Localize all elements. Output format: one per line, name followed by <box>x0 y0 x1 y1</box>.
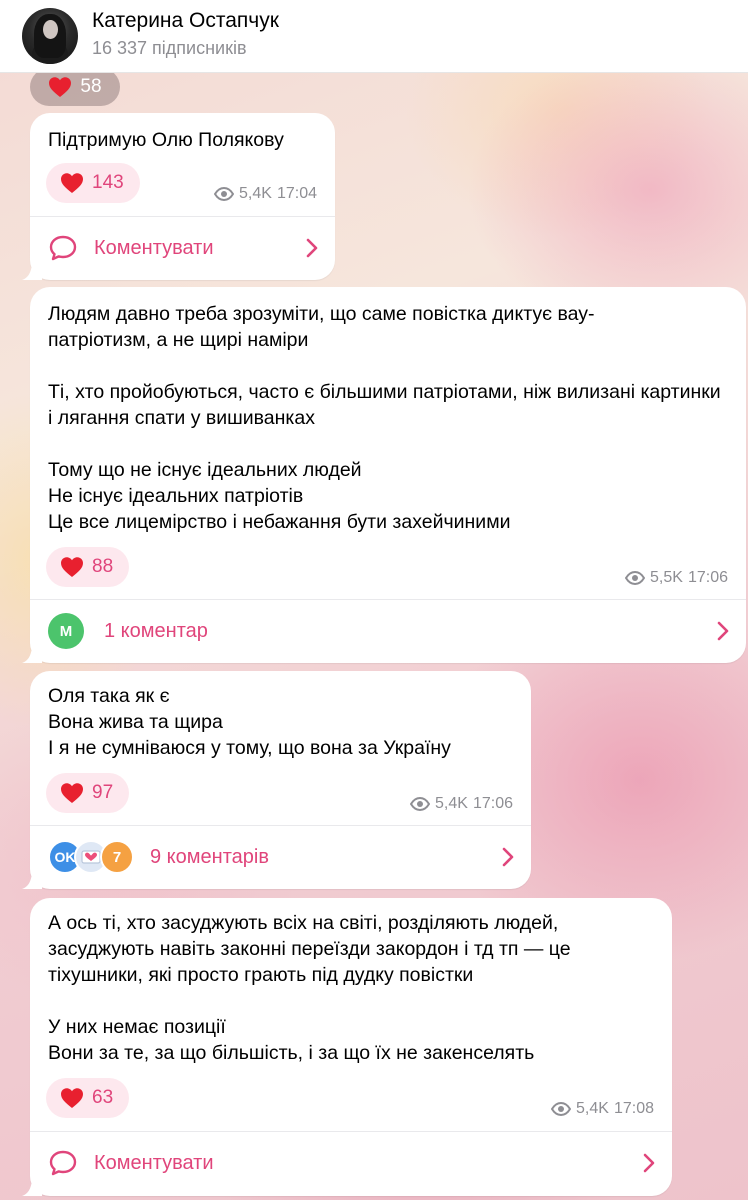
chevron-right-icon <box>717 621 729 641</box>
heart-icon <box>61 783 83 803</box>
channel-avatar[interactable] <box>22 8 78 64</box>
reaction-count: 97 <box>92 782 114 803</box>
view-count: 5,5K <box>650 569 683 586</box>
reaction-count: 63 <box>92 1087 114 1108</box>
reaction-chip[interactable]: 88 <box>46 547 130 587</box>
heart-icon <box>61 557 83 577</box>
comment-button[interactable]: Коментувати <box>30 1131 672 1195</box>
message-meta: 5,4K 17:08 <box>551 1100 654 1118</box>
eye-icon <box>410 797 431 811</box>
message-bubble[interactable]: А ось ті, хто засуджують всіх на світі, … <box>22 898 672 1196</box>
heart-icon <box>61 173 83 193</box>
love-letter-icon <box>81 850 101 864</box>
reaction-chip-previous[interactable]: 58 <box>30 68 120 106</box>
message-text: Оля така як є Вона жива та щира І я не с… <box>48 685 451 759</box>
message-bubble[interactable]: Оля така як є Вона жива та щира І я не с… <box>22 671 531 889</box>
message-time: 17:04 <box>276 185 317 202</box>
message-meta: 5,4K 17:04 <box>214 185 317 203</box>
message-time: 17:08 <box>613 1100 654 1117</box>
reaction-count: 58 <box>80 76 102 97</box>
commenter-avatar: 7 <box>100 840 134 874</box>
reaction-count: 143 <box>92 172 124 193</box>
comment-label: Коментувати <box>94 236 214 259</box>
message-bubble[interactable]: Людям давно треба зрозуміти, що саме пов… <box>22 287 746 663</box>
comments-count-label: 9 коментарів <box>150 845 269 868</box>
eye-icon <box>551 1102 572 1116</box>
commenter-avatars: OK 7 <box>48 840 134 874</box>
chevron-right-icon <box>502 847 514 867</box>
message-time: 17:06 <box>687 569 728 586</box>
chevron-right-icon <box>306 238 318 258</box>
view-count: 5,4K <box>239 185 272 202</box>
subscriber-count: 16 337 підписників <box>92 38 247 58</box>
message-text: Людям давно треба зрозуміти, що саме пов… <box>48 303 721 533</box>
view-count: 5,4K <box>435 795 468 812</box>
chevron-right-icon <box>643 1153 655 1173</box>
message-time: 17:06 <box>472 795 513 812</box>
message-text: А ось ті, хто засуджують всіх на світі, … <box>48 912 571 1064</box>
message-meta: 5,5K 17:06 <box>625 569 728 587</box>
eye-icon <box>214 187 235 201</box>
comment-icon <box>49 235 77 261</box>
comments-link[interactable]: M 1 коментар <box>30 599 746 663</box>
comments-link[interactable]: OK 7 9 коментарів <box>30 825 531 889</box>
message-text: Підтримую Олю Полякову <box>48 129 284 151</box>
reaction-count: 88 <box>92 556 114 577</box>
channel-header[interactable]: Катерина Остапчук 16 337 підписників <box>0 0 748 73</box>
comments-count-label: 1 коментар <box>104 619 208 642</box>
comment-label: Коментувати <box>94 1151 214 1174</box>
reaction-chip[interactable]: 97 <box>46 773 130 813</box>
eye-icon <box>625 571 646 585</box>
comment-button[interactable]: Коментувати <box>30 216 335 280</box>
heart-icon <box>61 1088 83 1108</box>
reaction-chip[interactable]: 63 <box>46 1078 130 1118</box>
view-count: 5,4K <box>576 1100 609 1117</box>
channel-name: Катерина Остапчук <box>92 9 279 32</box>
commenter-avatar: M <box>48 613 84 649</box>
message-bubble[interactable]: Підтримую Олю Полякову 143 5,4K 17:04 Ко… <box>22 113 335 280</box>
message-meta: 5,4K 17:06 <box>410 795 513 813</box>
heart-icon <box>49 77 72 97</box>
reaction-chip[interactable]: 143 <box>46 163 140 203</box>
comment-icon <box>49 1150 77 1176</box>
